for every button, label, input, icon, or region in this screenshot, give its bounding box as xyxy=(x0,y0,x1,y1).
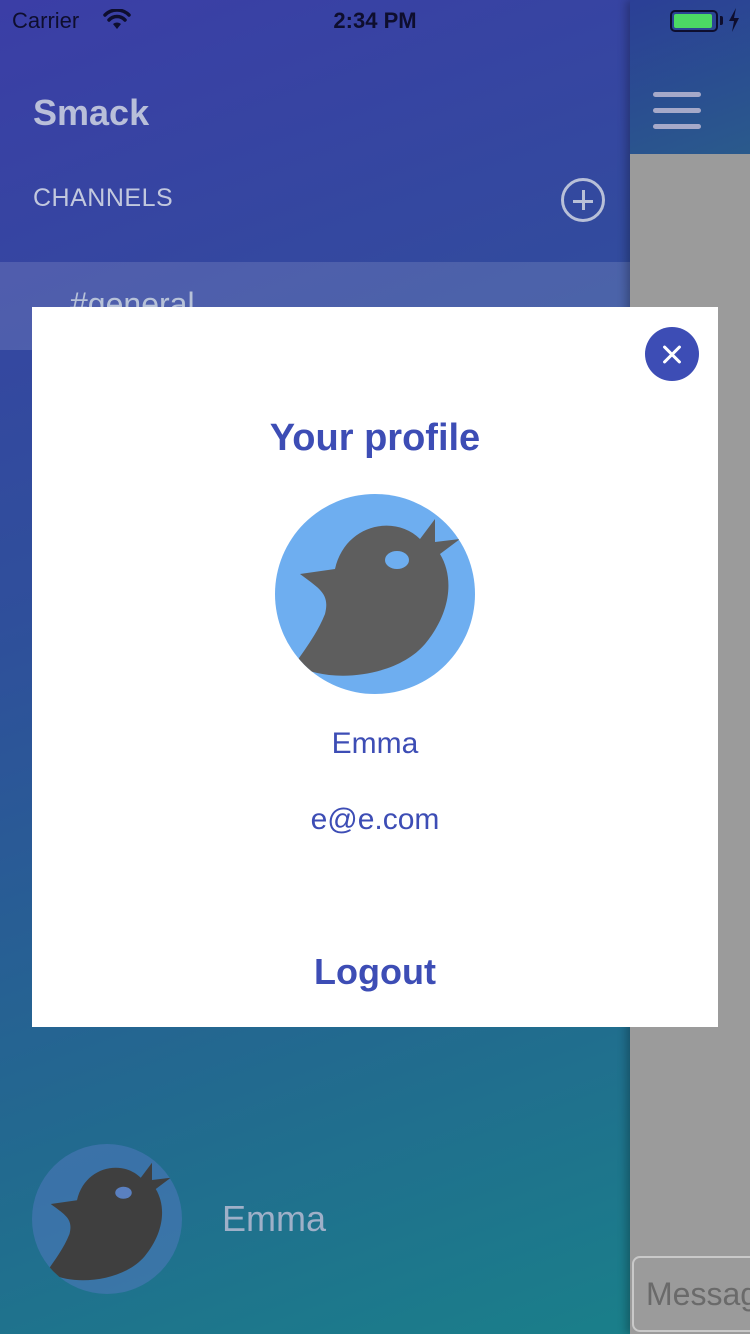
profile-avatar xyxy=(275,494,475,694)
message-input[interactable]: Message xyxy=(632,1256,750,1332)
close-button[interactable] xyxy=(645,327,699,381)
bird-icon xyxy=(47,1162,171,1281)
profile-modal: Your profile Emma e@e.com Logout xyxy=(32,307,718,1027)
battery-icon xyxy=(670,10,718,32)
avatar[interactable] xyxy=(32,1144,182,1294)
app-title: Smack xyxy=(33,92,150,133)
bird-icon xyxy=(295,519,460,676)
profile-name: Emma xyxy=(331,727,419,760)
channels-label: CHANNELS xyxy=(33,184,174,212)
modal-title: Your profile xyxy=(269,417,481,459)
clock: 2:34 PM xyxy=(333,8,417,33)
status-bar: Carrier 2:34 PM xyxy=(0,0,750,40)
user-name[interactable]: Emma xyxy=(222,1198,326,1240)
profile-email: e@e.com xyxy=(310,803,440,836)
add-channel-icon[interactable] xyxy=(561,178,605,222)
logout-button[interactable]: Logout xyxy=(275,947,475,997)
hamburger-menu-icon[interactable] xyxy=(653,92,703,132)
charging-bolt-icon xyxy=(729,8,739,32)
